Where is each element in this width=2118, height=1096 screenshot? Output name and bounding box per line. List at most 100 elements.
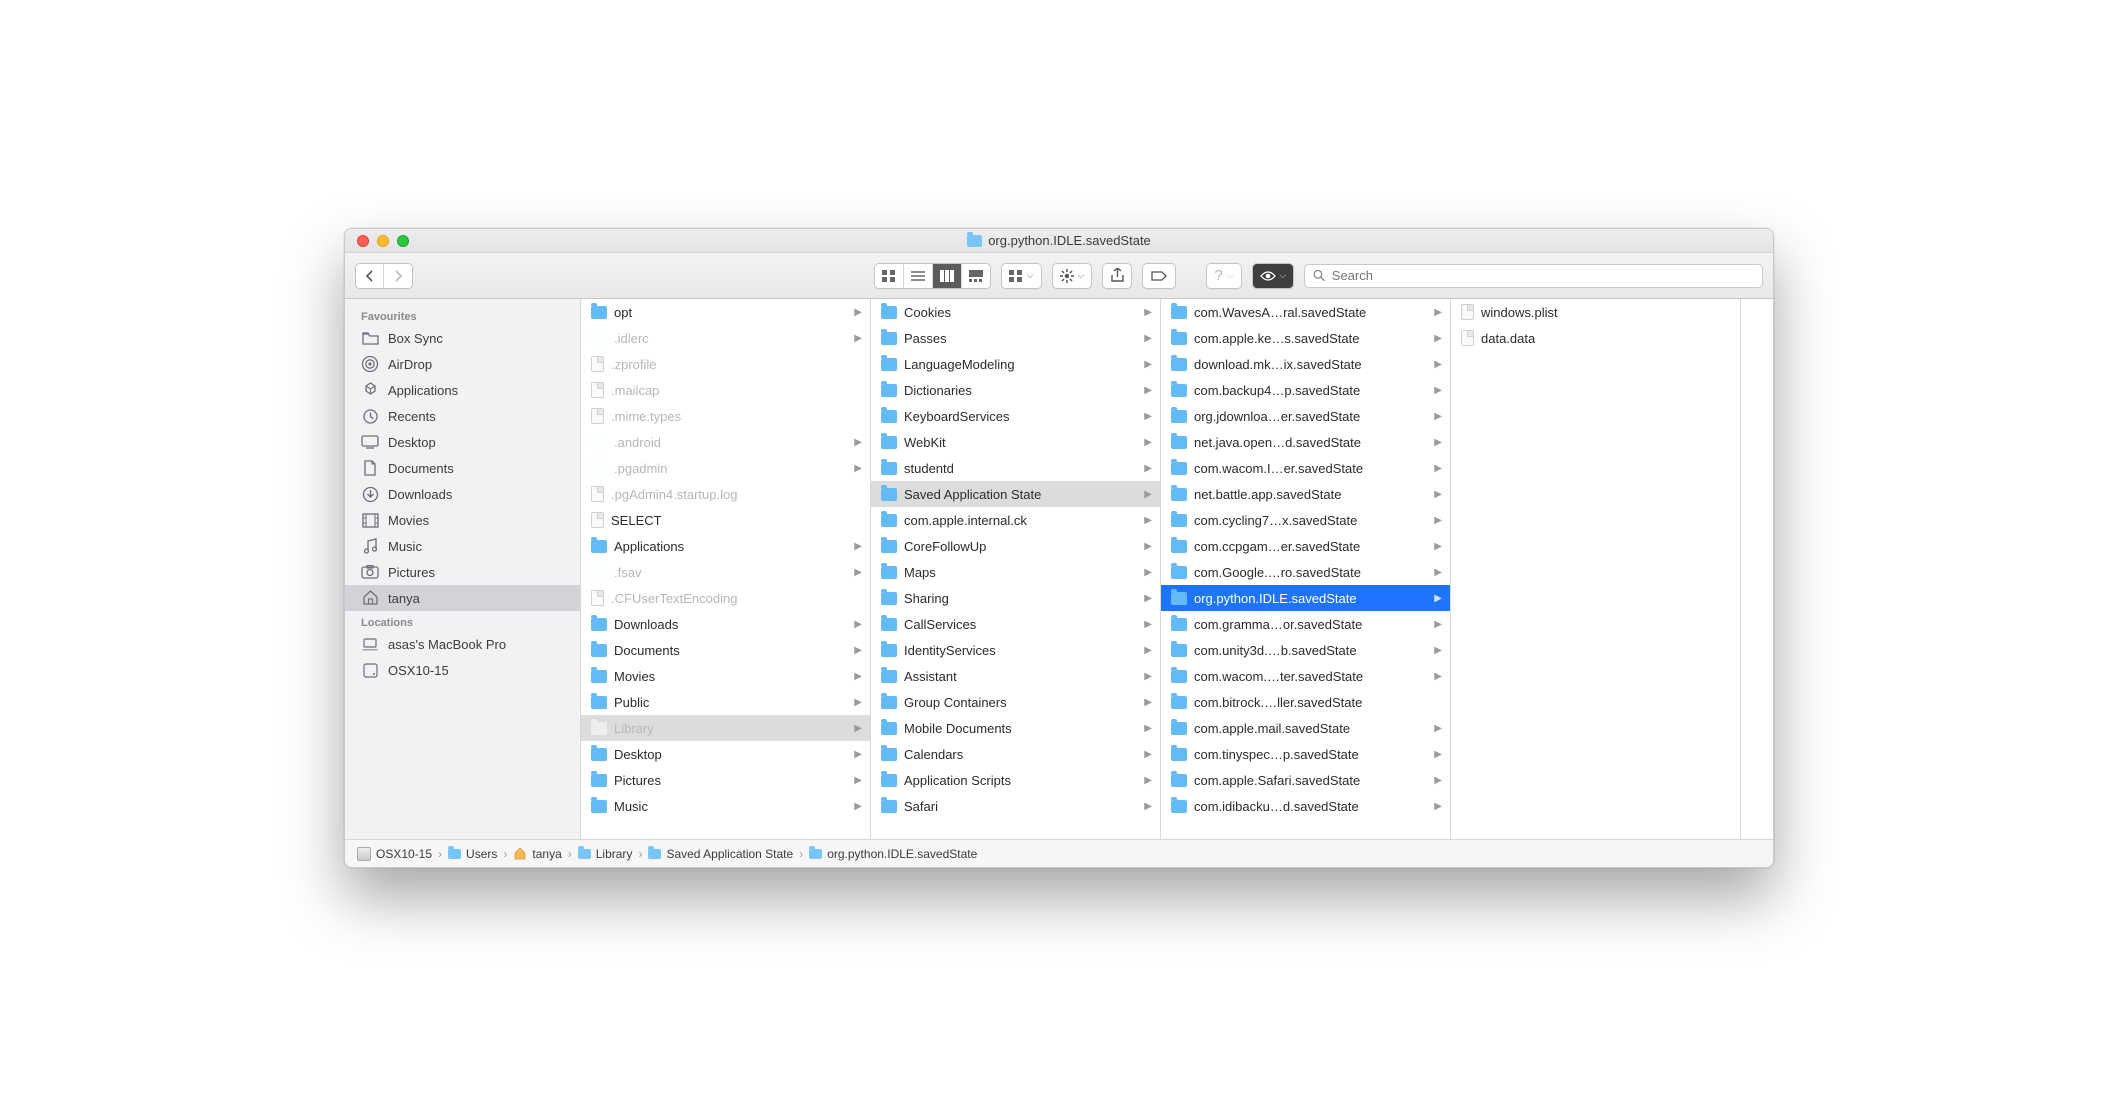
icon-view-button[interactable] <box>875 264 904 288</box>
folder-row[interactable]: Assistant▶ <box>871 663 1160 689</box>
folder-row[interactable]: Downloads▶ <box>581 611 870 637</box>
sidebar-item[interactable]: asas's MacBook Pro <box>345 631 580 657</box>
folder-row[interactable]: com.apple.Safari.savedState▶ <box>1161 767 1450 793</box>
folder-row[interactable]: Applications▶ <box>581 533 870 559</box>
folder-row[interactable]: Public▶ <box>581 689 870 715</box>
folder-row[interactable]: Application Scripts▶ <box>871 767 1160 793</box>
tags-button[interactable] <box>1143 264 1175 288</box>
folder-row[interactable]: com.wacom.I…er.savedState▶ <box>1161 455 1450 481</box>
sidebar-item[interactable]: Music <box>345 533 580 559</box>
folder-row[interactable]: KeyboardServices▶ <box>871 403 1160 429</box>
folder-row[interactable]: com.backup4…p.savedState▶ <box>1161 377 1450 403</box>
folder-row[interactable]: LanguageModeling▶ <box>871 351 1160 377</box>
folder-row[interactable]: com.tinyspec…p.savedState▶ <box>1161 741 1450 767</box>
file-row[interactable]: .pgAdmin4.startup.log <box>581 481 870 507</box>
folder-row[interactable]: Movies▶ <box>581 663 870 689</box>
chevron-right-icon: › <box>436 847 444 861</box>
folder-row[interactable]: net.battle.app.savedState▶ <box>1161 481 1450 507</box>
sidebar-item[interactable]: Movies <box>345 507 580 533</box>
folder-row[interactable]: org.jdownloa…er.savedState▶ <box>1161 403 1450 429</box>
folder-row[interactable]: studentd▶ <box>871 455 1160 481</box>
folder-row[interactable]: Mobile Documents▶ <box>871 715 1160 741</box>
folder-row[interactable]: Desktop▶ <box>581 741 870 767</box>
sidebar-item[interactable]: Downloads <box>345 481 580 507</box>
file-row[interactable]: .zprofile <box>581 351 870 377</box>
file-row[interactable]: .CFUserTextEncoding <box>581 585 870 611</box>
folder-row[interactable]: Saved Application State▶ <box>871 481 1160 507</box>
folder-row[interactable]: com.gramma…or.savedState▶ <box>1161 611 1450 637</box>
path-segment[interactable]: tanya <box>513 847 561 861</box>
privacy-button[interactable]: ⌵ <box>1253 264 1294 288</box>
folder-row[interactable]: org.python.IDLE.savedState▶ <box>1161 585 1450 611</box>
search-field[interactable] <box>1304 264 1763 288</box>
folder-row[interactable]: com.apple.ke…s.savedState▶ <box>1161 325 1450 351</box>
folder-row[interactable]: download.mk…ix.savedState▶ <box>1161 351 1450 377</box>
sidebar-item[interactable]: Applications <box>345 377 580 403</box>
folder-row[interactable]: Documents▶ <box>581 637 870 663</box>
action-button[interactable]: ⌵ <box>1053 264 1092 288</box>
close-window[interactable] <box>357 235 369 247</box>
path-segment[interactable]: OSX10-15 <box>357 847 432 861</box>
search-input[interactable] <box>1332 268 1754 283</box>
folder-row[interactable]: CallServices▶ <box>871 611 1160 637</box>
sidebar-item[interactable]: Box Sync <box>345 325 580 351</box>
share-button[interactable] <box>1103 264 1131 288</box>
folder-row[interactable]: com.WavesA…ral.savedState▶ <box>1161 299 1450 325</box>
folder-row[interactable]: Safari▶ <box>871 793 1160 819</box>
folder-row[interactable]: .idlerc▶ <box>581 325 870 351</box>
folder-row[interactable]: opt▶ <box>581 299 870 325</box>
group-by-button[interactable]: ⌵ <box>1002 264 1041 288</box>
folder-row[interactable]: CoreFollowUp▶ <box>871 533 1160 559</box>
path-segment[interactable]: org.python.IDLE.savedState <box>809 847 977 861</box>
folder-row[interactable]: WebKit▶ <box>871 429 1160 455</box>
folder-row[interactable]: com.apple.internal.ck▶ <box>871 507 1160 533</box>
file-row[interactable]: windows.plist <box>1451 299 1740 325</box>
folder-row[interactable]: Pictures▶ <box>581 767 870 793</box>
folder-row[interactable]: Calendars▶ <box>871 741 1160 767</box>
path-segment[interactable]: Library <box>578 847 633 861</box>
folder-row[interactable]: .fsav▶ <box>581 559 870 585</box>
folder-icon <box>881 436 897 449</box>
folder-row[interactable]: Library▶ <box>581 715 870 741</box>
folder-row[interactable]: com.apple.mail.savedState▶ <box>1161 715 1450 741</box>
zoom-window[interactable] <box>397 235 409 247</box>
folder-row[interactable]: Sharing▶ <box>871 585 1160 611</box>
folder-row[interactable]: com.cycling7…x.savedState▶ <box>1161 507 1450 533</box>
path-segment[interactable]: Users <box>448 847 497 861</box>
sidebar-item[interactable]: Recents <box>345 403 580 429</box>
column-view-button[interactable] <box>933 264 962 288</box>
folder-row[interactable]: com.ccpgam…er.savedState▶ <box>1161 533 1450 559</box>
folder-row[interactable]: com.idibacku…d.savedState▶ <box>1161 793 1450 819</box>
sidebar-item[interactable]: Desktop <box>345 429 580 455</box>
folder-row[interactable]: com.bitrock.…ller.savedState <box>1161 689 1450 715</box>
sidebar-item[interactable]: OSX10-15 <box>345 657 580 683</box>
sidebar-item[interactable]: Documents <box>345 455 580 481</box>
folder-row[interactable]: Group Containers▶ <box>871 689 1160 715</box>
folder-row[interactable]: com.unity3d.…b.savedState▶ <box>1161 637 1450 663</box>
back-button[interactable] <box>356 264 384 288</box>
list-view-button[interactable] <box>904 264 933 288</box>
folder-row[interactable]: .pgadmin▶ <box>581 455 870 481</box>
folder-row[interactable]: Passes▶ <box>871 325 1160 351</box>
folder-row[interactable]: .android▶ <box>581 429 870 455</box>
folder-row[interactable]: Maps▶ <box>871 559 1160 585</box>
sidebar-item[interactable]: AirDrop <box>345 351 580 377</box>
folder-row[interactable]: Cookies▶ <box>871 299 1160 325</box>
forward-button[interactable] <box>384 264 412 288</box>
help-button[interactable]: ?⌵ <box>1207 264 1240 288</box>
folder-row[interactable]: net.java.open…d.savedState▶ <box>1161 429 1450 455</box>
sidebar-item[interactable]: Pictures <box>345 559 580 585</box>
folder-row[interactable]: IdentityServices▶ <box>871 637 1160 663</box>
file-row[interactable]: data.data <box>1451 325 1740 351</box>
path-segment[interactable]: Saved Application State <box>648 847 793 861</box>
gallery-view-button[interactable] <box>962 264 990 288</box>
file-row[interactable]: SELECT <box>581 507 870 533</box>
minimize-window[interactable] <box>377 235 389 247</box>
folder-row[interactable]: Music▶ <box>581 793 870 819</box>
folder-row[interactable]: com.Google.…ro.savedState▶ <box>1161 559 1450 585</box>
folder-row[interactable]: com.wacom.…ter.savedState▶ <box>1161 663 1450 689</box>
file-row[interactable]: .mailcap <box>581 377 870 403</box>
sidebar-item[interactable]: tanya <box>345 585 580 611</box>
folder-row[interactable]: Dictionaries▶ <box>871 377 1160 403</box>
file-row[interactable]: .mime.types <box>581 403 870 429</box>
